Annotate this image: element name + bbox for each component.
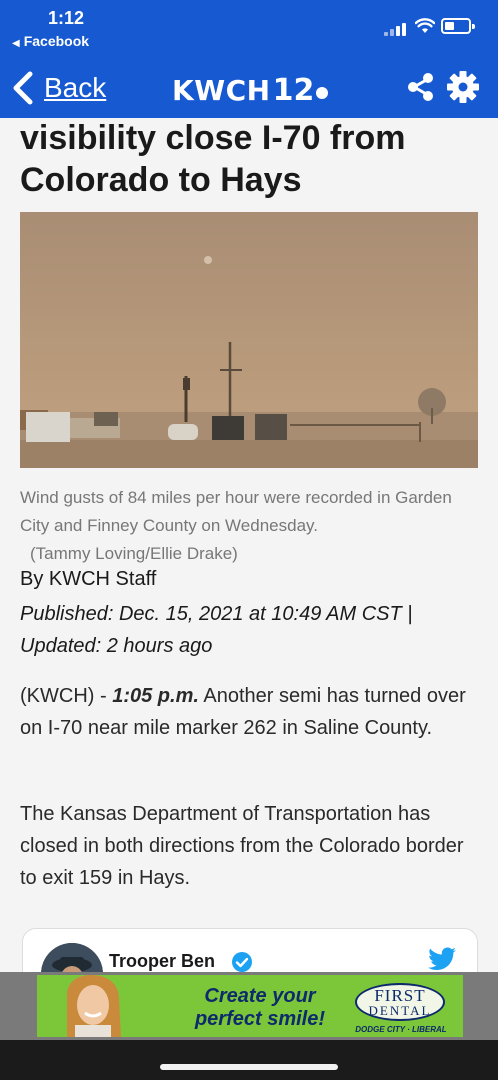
twitter-bird-icon[interactable] — [427, 947, 457, 972]
logo-text: KWCH — [172, 73, 271, 107]
back-button[interactable]: Back — [10, 68, 106, 108]
article-headline: visibility close I-70 from Colorado to H… — [20, 119, 406, 199]
cellular-signal-icon — [384, 22, 410, 36]
ad-locations: DODGE CITY · LIBERAL — [355, 1025, 447, 1034]
back-app-label: Facebook — [23, 33, 90, 49]
home-indicator[interactable] — [160, 1064, 338, 1070]
back-triangle-icon: ◀ — [12, 38, 20, 49]
article-paragraph-2: The Kansas Department of Transportation … — [20, 803, 464, 889]
back-label: Back — [44, 72, 107, 103]
brand-line-1: FIRST — [374, 986, 426, 1005]
para1-lead: (KWCH) - — [20, 685, 113, 707]
first-dental-logo: FIRST DENTAL — [355, 983, 445, 1021]
caption-text: Wind gusts of 84 miles per hour were rec… — [20, 488, 452, 535]
chevron-left-icon — [13, 71, 33, 105]
photo-caption: Wind gusts of 84 miles per hour were rec… — [20, 484, 482, 568]
ad-woman-photo — [37, 975, 147, 1037]
app-header: 1:12 ◀ Facebook Back KWCH 12 — [0, 0, 498, 118]
battery-icon — [441, 18, 475, 34]
tweet-author-name[interactable]: Trooper Ben — [109, 951, 215, 972]
embedded-tweet[interactable]: Trooper Ben — [22, 928, 478, 972]
kwch-logo: KWCH 12 — [172, 72, 329, 108]
verified-badge-icon — [232, 952, 252, 972]
dental-ad-banner[interactable]: Create your perfect smile! FIRST DENTAL … — [37, 975, 463, 1037]
para1-time: 1:05 p.m. — [112, 685, 199, 707]
published-date: Published: Dec. 15, 2021 at 10:49 AM CST… — [20, 603, 413, 657]
share-icon[interactable] — [406, 72, 436, 102]
article-body[interactable]: visibility close I-70 from Colorado to H… — [0, 118, 498, 972]
brand-line-2: DENTAL — [368, 1003, 432, 1018]
status-time: 1:12 — [48, 8, 85, 28]
ad-strip: Create your perfect smile! FIRST DENTAL … — [0, 972, 498, 1040]
nav-bar: Back KWCH 12 — [0, 58, 498, 118]
logo-number: 12 — [272, 72, 315, 108]
byline: By KWCH Staff — [20, 568, 157, 590]
article-photo[interactable] — [20, 212, 478, 468]
photo-credit: (Tammy Loving/Ellie Drake) — [30, 544, 238, 563]
wifi-icon — [415, 18, 435, 33]
article-paragraph-1: (KWCH) - 1:05 p.m. Another semi has turn… — [20, 680, 478, 744]
ad-slogan: Create your perfect smile! — [194, 985, 326, 1030]
status-bar: 1:12 ◀ Facebook — [0, 0, 498, 58]
logo-mark-icon — [316, 87, 329, 99]
gear-icon[interactable] — [446, 70, 480, 104]
back-to-app-link[interactable]: ◀ Facebook — [12, 33, 89, 49]
home-bar — [0, 1040, 498, 1080]
tweet-avatar[interactable] — [41, 943, 103, 972]
